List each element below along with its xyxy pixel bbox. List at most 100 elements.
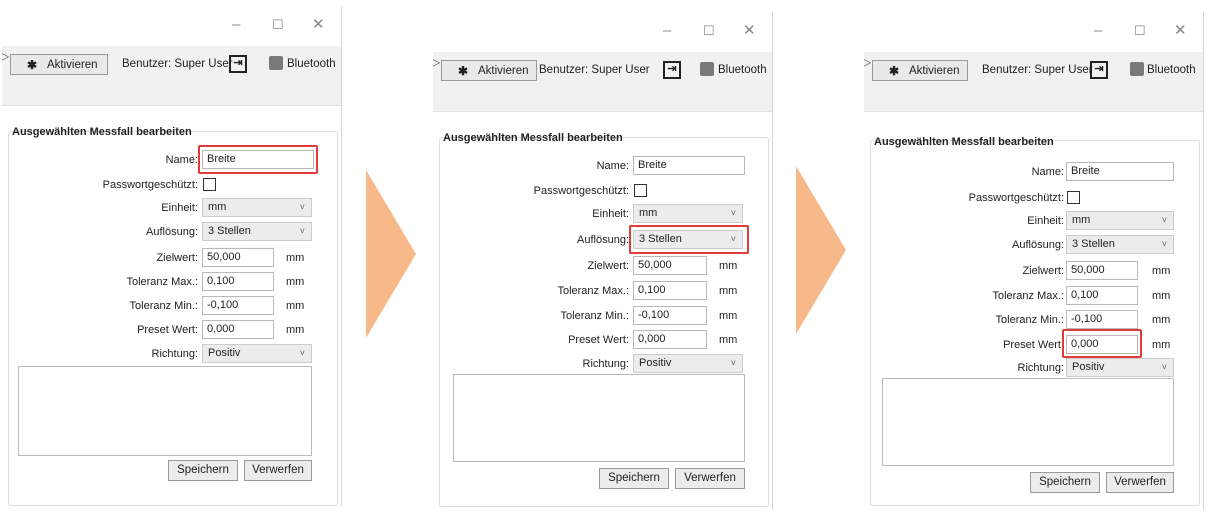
save-button[interactable]: Speichern xyxy=(599,468,669,489)
tol-max-label: Toleranz Max.: xyxy=(992,290,1064,302)
tol-max-label: Toleranz Max.: xyxy=(557,285,629,297)
tol-min-unit: mm xyxy=(286,300,305,312)
arrow-right-icon xyxy=(796,166,846,334)
minimize-icon[interactable]: – xyxy=(663,22,671,40)
close-icon[interactable]: ✕ xyxy=(312,16,325,34)
target-label: Zielwert: xyxy=(156,252,198,264)
chevron-down-icon: ˅ xyxy=(1161,239,1167,249)
unit-label: Einheit: xyxy=(1027,215,1064,227)
tol-min-input[interactable]: -0,100 xyxy=(1066,310,1138,329)
name-input[interactable]: Breite xyxy=(1066,162,1174,181)
chevron-down-icon: ˅ xyxy=(299,348,305,358)
highlight-box xyxy=(629,225,749,254)
bluetooth-label: Bluetooth xyxy=(718,64,767,76)
cursor-icon: ▷ xyxy=(864,55,871,69)
activate-button[interactable]: ✱ Aktivieren xyxy=(10,54,108,75)
chevron-down-icon: ˅ xyxy=(730,358,736,368)
minimize-icon[interactable]: – xyxy=(232,16,240,34)
direction-select[interactable]: Positiv ˅ xyxy=(202,344,312,363)
save-button[interactable]: Speichern xyxy=(168,460,238,481)
password-checkbox[interactable] xyxy=(1067,191,1080,204)
direction-select[interactable]: Positiv ˅ xyxy=(633,354,743,373)
cursor-icon: ▷ xyxy=(2,49,9,63)
user-label: Benutzer: Super User xyxy=(122,58,233,70)
cursor-icon: ▷ xyxy=(433,55,440,69)
notes-textarea[interactable] xyxy=(18,366,312,456)
resolution-value: 3 Stellen xyxy=(1072,238,1115,250)
chevron-down-icon: ˅ xyxy=(299,202,305,212)
activate-button[interactable]: ✱ Aktivieren xyxy=(441,60,537,81)
preset-unit: mm xyxy=(719,334,738,346)
target-unit: mm xyxy=(286,252,305,264)
notes-textarea[interactable] xyxy=(882,378,1174,466)
unit-select[interactable]: mm ˅ xyxy=(1066,211,1174,230)
step-2-window: – ☐ ✕ ▷ ✱ Aktivieren Benutzer: Super Use… xyxy=(433,12,773,510)
close-icon[interactable]: ✕ xyxy=(1174,22,1187,40)
discard-button[interactable]: Verwerfen xyxy=(244,460,312,481)
resolution-select[interactable]: 3 Stellen ˅ xyxy=(1066,235,1174,254)
preset-label: Preset Wert: xyxy=(137,324,198,336)
unit-value: mm xyxy=(1072,214,1091,226)
minimize-icon[interactable]: – xyxy=(1094,22,1102,40)
notes-textarea[interactable] xyxy=(453,374,745,462)
name-label: Name: xyxy=(165,154,198,166)
preset-input[interactable]: 0,000 xyxy=(202,320,274,339)
direction-label: Richtung: xyxy=(582,358,629,370)
close-icon[interactable]: ✕ xyxy=(743,22,756,40)
save-button[interactable]: Speichern xyxy=(1030,472,1100,493)
target-input[interactable]: 50,000 xyxy=(1066,261,1138,280)
unit-label: Einheit: xyxy=(161,202,198,214)
bluetooth-toggle[interactable] xyxy=(1130,62,1144,76)
chevron-down-icon: ˅ xyxy=(1161,215,1167,225)
target-unit: mm xyxy=(719,260,738,272)
bluetooth-toggle[interactable] xyxy=(700,62,714,76)
logout-icon[interactable]: ⇥ xyxy=(229,55,247,73)
maximize-icon[interactable]: ☐ xyxy=(272,16,284,34)
unit-value: mm xyxy=(639,207,658,219)
maximize-icon[interactable]: ☐ xyxy=(703,22,715,40)
activate-button[interactable]: ✱ Aktivieren xyxy=(872,60,968,81)
password-label: Passwortgeschützt: xyxy=(102,179,198,191)
logout-icon[interactable]: ⇥ xyxy=(663,61,681,79)
unit-value: mm xyxy=(208,201,227,213)
chevron-down-icon: ˅ xyxy=(1161,362,1167,372)
logout-icon[interactable]: ⇥ xyxy=(1090,61,1108,79)
password-checkbox[interactable] xyxy=(634,184,647,197)
group-title: Ausgewählten Messfall bearbeiten xyxy=(443,132,623,144)
activate-label: Aktivieren xyxy=(909,64,960,77)
unit-select[interactable]: mm ˅ xyxy=(202,198,312,217)
title-bar: – ☐ ✕ xyxy=(864,12,1203,52)
bluetooth-toggle[interactable] xyxy=(269,56,283,70)
target-input[interactable]: 50,000 xyxy=(633,256,707,275)
tol-max-input[interactable]: 0,100 xyxy=(1066,286,1138,305)
preset-unit: mm xyxy=(1152,339,1171,351)
tol-min-label: Toleranz Min.: xyxy=(560,310,629,322)
toolbar: ▷ ✱ Aktivieren Benutzer: Super User ⇥ Bl… xyxy=(864,52,1203,112)
chevron-down-icon: ˅ xyxy=(299,226,305,236)
preset-input[interactable]: 0,000 xyxy=(633,330,707,349)
step-3-window: – ☐ ✕ ▷ ✱ Aktivieren Benutzer: Super Use… xyxy=(864,12,1204,510)
user-label: Benutzer: Super User xyxy=(982,64,1093,76)
password-checkbox[interactable] xyxy=(203,178,216,191)
user-label: Benutzer: Super User xyxy=(539,64,650,76)
target-unit: mm xyxy=(1152,265,1171,277)
tol-min-input[interactable]: -0,100 xyxy=(202,296,274,315)
maximize-icon[interactable]: ☐ xyxy=(1134,22,1146,40)
tol-min-unit: mm xyxy=(1152,314,1171,326)
direction-select[interactable]: Positiv ˅ xyxy=(1066,358,1174,377)
tol-min-input[interactable]: -0,100 xyxy=(633,306,707,325)
bluetooth-label: Bluetooth xyxy=(287,58,336,70)
discard-button[interactable]: Verwerfen xyxy=(675,468,745,489)
tol-max-input[interactable]: 0,100 xyxy=(633,281,707,300)
unit-select[interactable]: mm ˅ xyxy=(633,204,743,223)
resolution-label: Auflösung: xyxy=(146,226,198,238)
target-label: Zielwert: xyxy=(1022,265,1064,277)
tol-max-input[interactable]: 0,100 xyxy=(202,272,274,291)
name-input[interactable]: Breite xyxy=(633,156,745,175)
resolution-select[interactable]: 3 Stellen ˅ xyxy=(202,222,312,241)
discard-button[interactable]: Verwerfen xyxy=(1106,472,1174,493)
resolution-value: 3 Stellen xyxy=(208,225,251,237)
target-input[interactable]: 50,000 xyxy=(202,248,274,267)
direction-value: Positiv xyxy=(208,347,241,359)
target-label: Zielwert: xyxy=(587,260,629,272)
